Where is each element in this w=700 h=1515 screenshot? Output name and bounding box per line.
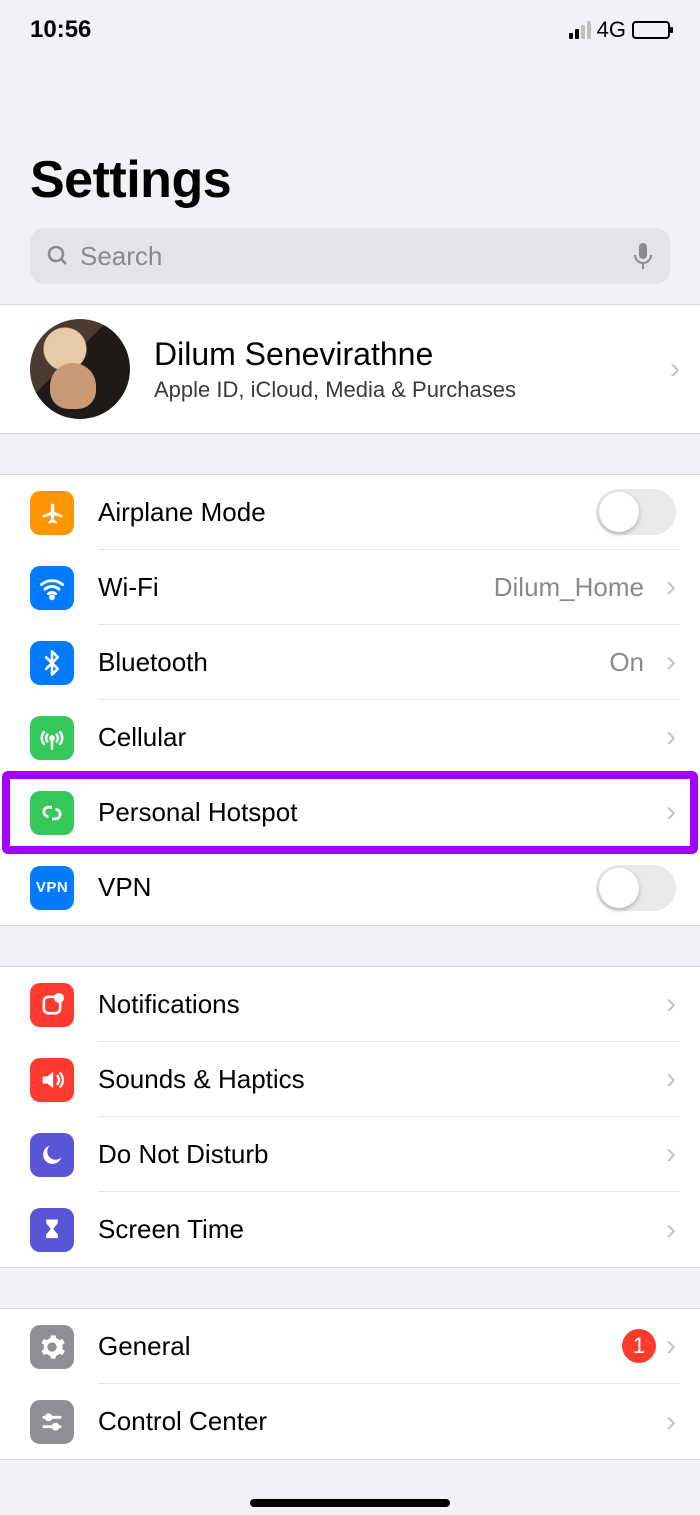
chevron-right-icon: › (666, 1407, 676, 1437)
wifi-label: Wi-Fi (98, 572, 159, 603)
row-general[interactable]: General 1 › (0, 1309, 700, 1384)
control-label: Control Center (98, 1406, 267, 1437)
chevron-right-icon: › (666, 989, 676, 1019)
row-do-not-disturb[interactable]: Do Not Disturb › (0, 1117, 700, 1192)
row-sounds[interactable]: Sounds & Haptics › (0, 1042, 700, 1117)
hotspot-label: Personal Hotspot (98, 797, 297, 828)
chevron-right-icon: › (666, 572, 676, 602)
status-time: 10:56 (30, 16, 91, 44)
chevron-right-icon: › (666, 722, 676, 752)
status-right: 4G (569, 17, 670, 43)
general-section: General 1 › Control Center › (0, 1308, 700, 1460)
search-field[interactable] (30, 228, 670, 284)
row-bluetooth[interactable]: Bluetooth On › (0, 625, 700, 700)
sounds-icon (30, 1058, 74, 1102)
wifi-icon (30, 566, 74, 610)
airplane-toggle[interactable] (596, 489, 676, 535)
profile-name: Dilum Senevirathne (154, 336, 646, 373)
row-notifications[interactable]: Notifications › (0, 967, 700, 1042)
signal-icon (569, 21, 591, 39)
network-type: 4G (597, 17, 626, 43)
row-screen-time[interactable]: Screen Time › (0, 1192, 700, 1267)
avatar (30, 319, 130, 419)
bluetooth-label: Bluetooth (98, 647, 208, 678)
search-icon (46, 244, 70, 268)
screentime-label: Screen Time (98, 1214, 244, 1245)
airplane-icon (30, 491, 74, 535)
general-badge: 1 (622, 1329, 656, 1363)
row-cellular[interactable]: Cellular › (0, 700, 700, 775)
chevron-right-icon: › (666, 797, 676, 827)
title-area: Settings (0, 60, 700, 220)
row-airplane-mode[interactable]: Airplane Mode (0, 475, 700, 550)
row-control-center[interactable]: Control Center › (0, 1384, 700, 1459)
chevron-right-icon: › (666, 1215, 676, 1245)
chevron-right-icon: › (666, 1139, 676, 1169)
mic-icon[interactable] (632, 242, 654, 270)
search-input[interactable] (80, 241, 622, 272)
cellular-label: Cellular (98, 722, 186, 753)
profile-section: Dilum Senevirathne Apple ID, iCloud, Med… (0, 304, 700, 434)
cellular-icon (30, 716, 74, 760)
sounds-label: Sounds & Haptics (98, 1064, 305, 1095)
airplane-label: Airplane Mode (98, 497, 266, 528)
battery-icon (632, 21, 670, 39)
row-personal-hotspot[interactable]: Personal Hotspot › (0, 775, 700, 850)
chevron-right-icon: › (670, 354, 680, 384)
notifications-label: Notifications (98, 989, 240, 1020)
vpn-icon: VPN (30, 866, 74, 910)
moon-icon (30, 1133, 74, 1177)
notifications-icon (30, 983, 74, 1027)
chevron-right-icon: › (666, 1331, 676, 1361)
connectivity-section: Airplane Mode Wi-Fi Dilum_Home › Bluetoot… (0, 474, 700, 926)
vpn-toggle[interactable] (596, 865, 676, 911)
vpn-label: VPN (98, 872, 151, 903)
row-wifi[interactable]: Wi-Fi Dilum_Home › (0, 550, 700, 625)
bluetooth-detail: On (609, 647, 644, 678)
wifi-detail: Dilum_Home (494, 572, 644, 603)
row-vpn[interactable]: VPN VPN (0, 850, 700, 925)
dnd-label: Do Not Disturb (98, 1139, 269, 1170)
chevron-right-icon: › (666, 1064, 676, 1094)
page-title: Settings (30, 150, 670, 210)
hotspot-icon (30, 791, 74, 835)
hourglass-icon (30, 1208, 74, 1252)
general-label: General (98, 1331, 191, 1362)
chevron-right-icon: › (666, 647, 676, 677)
profile-row[interactable]: Dilum Senevirathne Apple ID, iCloud, Med… (0, 305, 700, 433)
control-center-icon (30, 1400, 74, 1444)
status-bar: 10:56 4G (0, 0, 700, 60)
home-indicator[interactable] (250, 1499, 450, 1507)
notifications-section: Notifications › Sounds & Haptics › Do No… (0, 966, 700, 1268)
gear-icon (30, 1325, 74, 1369)
bluetooth-icon (30, 641, 74, 685)
profile-subtitle: Apple ID, iCloud, Media & Purchases (154, 377, 646, 403)
